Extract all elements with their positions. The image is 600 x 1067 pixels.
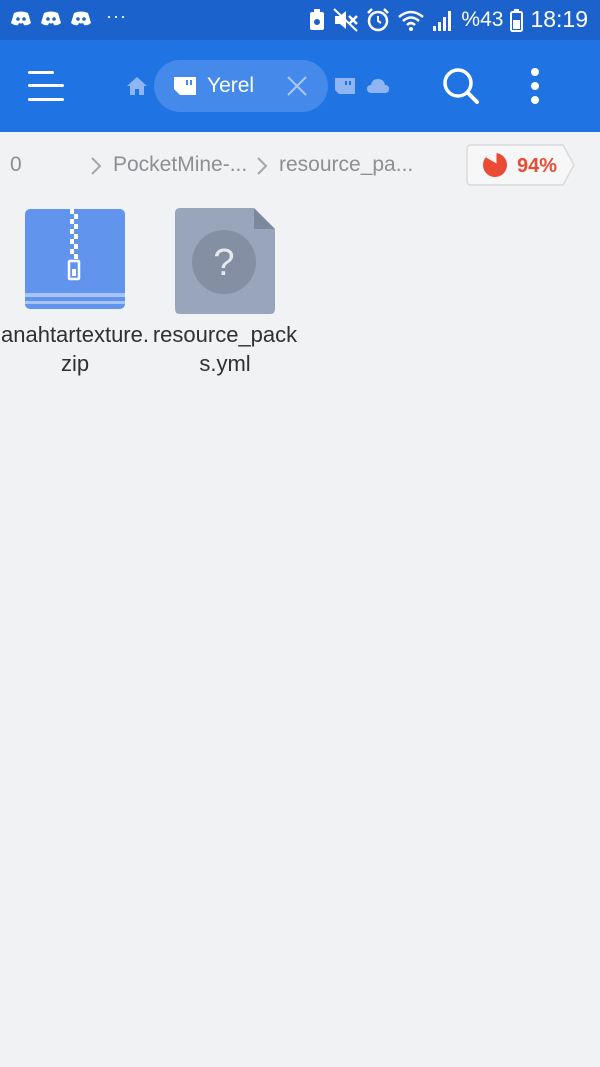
more-icon[interactable] xyxy=(527,68,543,106)
storage-icon[interactable] xyxy=(334,77,356,95)
unknown-file-icon: ? xyxy=(175,208,275,314)
chevron-right-icon xyxy=(91,157,102,175)
menu-icon[interactable] xyxy=(28,70,64,102)
breadcrumb-item[interactable]: PocketMine-... xyxy=(113,153,247,177)
search-icon[interactable] xyxy=(442,67,480,105)
clock: 18:19 xyxy=(530,6,588,32)
signal-icon xyxy=(433,10,452,31)
home-icon[interactable] xyxy=(126,76,148,96)
zip-file-icon xyxy=(25,209,125,309)
vpn-lock-icon xyxy=(310,8,325,30)
discord-icon xyxy=(11,11,31,26)
tab-label: Yerel xyxy=(207,74,255,97)
alarm-icon xyxy=(367,7,390,31)
status-bar: ··· %43 18:19 xyxy=(0,0,600,40)
tab-local[interactable]: Yerel xyxy=(154,60,328,112)
storage-usage-percent: 94% xyxy=(517,155,558,177)
discord-icon xyxy=(71,11,91,26)
file-name: anahtartexture.zip xyxy=(1,322,149,376)
breadcrumb-item[interactable]: resource_pa... xyxy=(279,153,413,177)
wifi-icon xyxy=(398,10,425,31)
cloud-icon[interactable] xyxy=(366,78,390,94)
battery-icon xyxy=(510,8,524,32)
chevron-right-icon xyxy=(257,157,268,175)
app-bar: Yerel xyxy=(0,40,600,132)
breadcrumb: 0 PocketMine-... resource_pa... 94% xyxy=(0,132,600,198)
battery-percent: %43 xyxy=(461,7,504,31)
sd-card-icon xyxy=(174,77,196,95)
file-name: resource_packs.yml xyxy=(152,322,298,376)
svg-text:?: ? xyxy=(213,242,234,284)
discord-icon xyxy=(41,11,61,26)
breadcrumb-item[interactable]: 0 xyxy=(10,153,22,177)
pie-chart-icon xyxy=(483,152,507,177)
status-overflow-dots: ··· xyxy=(106,5,127,26)
close-icon[interactable] xyxy=(286,75,308,97)
mute-icon xyxy=(333,7,359,32)
